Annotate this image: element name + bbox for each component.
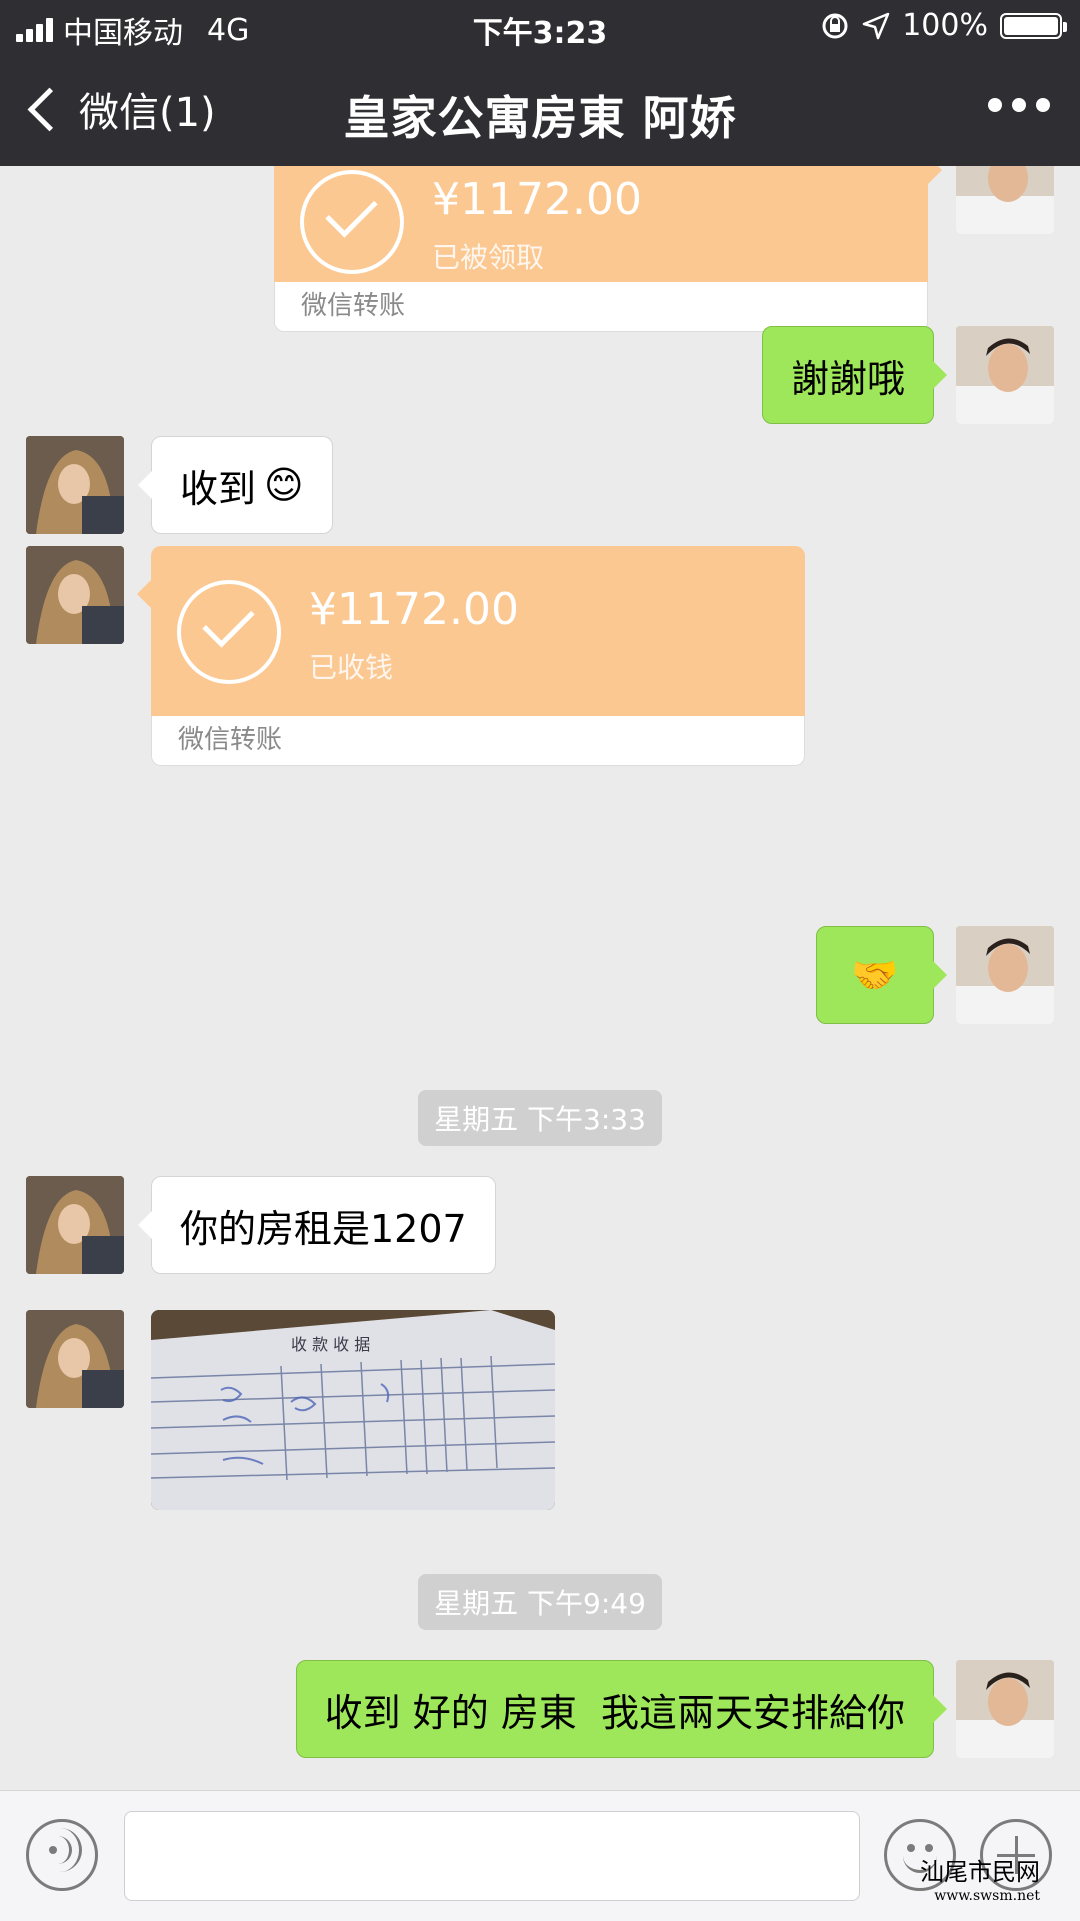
transfer-footer: 微信转账 [151,716,805,766]
transfer-status: 已收钱 [309,651,394,684]
transfer-status: 已被领取 [432,241,545,274]
avatar-me[interactable] [956,1660,1054,1758]
status-bar: 中国移动 4G 下午3:23 100% [0,0,1080,56]
avatar-me[interactable] [956,926,1054,1024]
watermark-name: 汕尾市民网 [920,1858,1040,1886]
rotation-lock-icon [822,13,848,38]
transfer-amount: ¥1172.00 [309,584,519,635]
message-bubble-me[interactable]: 🤝 [816,926,947,1024]
message-bubble-me[interactable]: 收到 好的 房東 我這兩天安排給你 [295,1660,948,1758]
chat-title: 皇家公寓房東 阿娇 [343,91,737,145]
avatar-landlord[interactable] [26,546,124,644]
timestamp: 星期五 下午9:49 [0,1574,1080,1630]
message-text: 你的房租是1207 [180,1206,467,1251]
receipt-title: 收 款 收 据 [291,1335,370,1354]
watermark: 汕尾市民网 www.swsm.net [920,1860,1040,1908]
check-circle-icon [300,170,404,274]
message-bubble-landlord[interactable]: 你的房租是1207 [138,1176,496,1274]
message-text: 謝謝哦 [790,356,905,401]
avatar-landlord[interactable] [26,1176,124,1274]
avatar-landlord[interactable] [26,436,124,534]
message-bubble-landlord[interactable]: 收到 😊 [138,436,333,534]
top-bar: 中国移动 4G 下午3:23 100% 微信(1) 皇家公寓房東 阿娇 [0,0,1080,166]
handshake-emoji-icon: 🤝 [851,952,899,997]
message-bubble-me[interactable]: 謝謝哦 [761,326,948,424]
smile-emoji-icon: 😊 [264,463,304,507]
input-bar [0,1790,1080,1921]
navigation-bar: 微信(1) 皇家公寓房東 阿娇 [0,56,1080,166]
location-arrow-icon [862,12,890,39]
watermark-url: www.swsm.net [934,1888,1040,1904]
message-text: 收到 好的 房東 我這兩天安排給你 [324,1690,905,1735]
transfer-card[interactable]: ¥1172.00 已被领取 微信转账 [274,166,942,332]
transfer-footer: 微信转账 [274,282,928,332]
transfer-card-top: ¥1172.00 已收钱 [137,546,805,716]
timestamp: 星期五 下午3:33 [0,1090,1080,1146]
receipt-photo[interactable]: 收 款 收 据 [151,1310,555,1510]
timestamp-label: 星期五 下午3:33 [418,1090,662,1146]
message-text: 收到 [180,466,257,511]
status-right: 100% [820,8,1067,43]
battery-percent: 100% [902,8,988,43]
message-input[interactable] [124,1811,860,1901]
avatar-landlord[interactable] [26,1310,124,1408]
transfer-amount: ¥1172.00 [432,174,642,225]
timestamp-label: 星期五 下午9:49 [418,1574,662,1630]
check-circle-icon [177,580,281,684]
avatar-me[interactable] [956,166,1054,234]
avatar-me[interactable] [956,326,1054,424]
battery-icon [1000,12,1067,39]
voice-icon[interactable] [26,1819,98,1891]
chat-area[interactable]: ¥1172.00 已被领取 微信转账 謝謝哦 收到 😊 ¥1172.00 已收钱… [0,166,1080,1790]
transfer-card[interactable]: ¥1172.00 已收钱 微信转账 [137,546,805,766]
more-dots-icon[interactable] [988,98,1050,112]
